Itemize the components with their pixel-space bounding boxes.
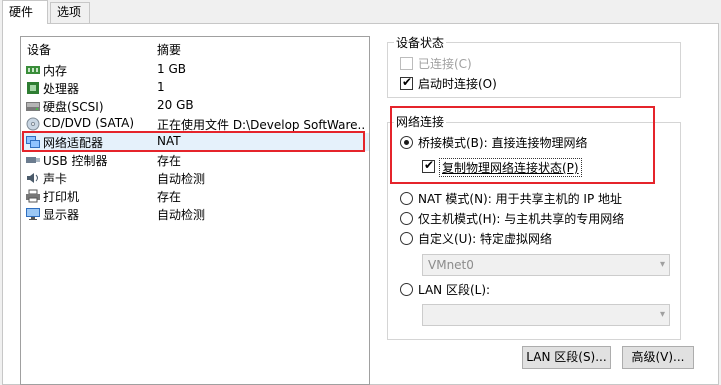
host-only-label: 仅主机模式(H): 与主机共享的专用网络 — [418, 212, 625, 226]
cpu-icon — [27, 82, 39, 94]
device-list-header: 设备 摘要 — [21, 37, 369, 59]
device-summary: 存在 — [157, 190, 182, 204]
custom-network-radio[interactable] — [400, 232, 413, 245]
device-row-printer[interactable]: 打印机 存在 — [21, 187, 369, 205]
device-status-title: 设备状态 — [394, 34, 447, 51]
memory-icon — [26, 66, 40, 74]
device-list[interactable]: 设备 摘要 内存 1 GB 处理器 1 硬盘(SCSI) 20 GB CD/DV… — [20, 36, 370, 385]
tab-hardware[interactable]: 硬件 — [2, 0, 48, 24]
lan-segment-label: LAN 区段(L): — [418, 283, 491, 297]
nat-mode-radio[interactable] — [400, 192, 413, 205]
chevron-down-icon: ▾ — [659, 259, 665, 270]
bridged-mode-label: 桥接模式(B): 直接连接物理网络 — [418, 136, 588, 150]
highlight-network-adapter — [22, 131, 365, 152]
custom-network-value: VMnet0 — [428, 258, 474, 272]
connect-on-power-on-checkbox[interactable]: ✔ — [400, 75, 413, 90]
device-row-sound-card[interactable]: 声卡 自动检测 — [21, 169, 369, 187]
device-name: 硬盘(SCSI) — [43, 100, 104, 114]
device-name: 声卡 — [43, 172, 68, 186]
bridged-mode-radio[interactable] — [400, 136, 413, 149]
device-name: CD/DVD (SATA) — [43, 116, 135, 130]
display-icon — [26, 208, 40, 220]
device-summary: 20 GB — [157, 98, 194, 112]
device-name: USB 控制器 — [43, 154, 108, 168]
host-only-radio[interactable] — [400, 212, 413, 225]
device-row-usb-controller[interactable]: USB 控制器 存在 — [21, 151, 369, 169]
connect-on-power-on-label: 启动时连接(O) — [418, 77, 497, 91]
device-name: 显示器 — [43, 208, 80, 222]
lan-segment-select[interactable]: ▾ — [422, 304, 670, 326]
chevron-down-icon: ▾ — [659, 309, 665, 320]
device-name: 内存 — [43, 64, 68, 78]
device-summary: 1 — [157, 80, 165, 94]
hard-disk-icon — [26, 102, 40, 111]
device-name: 打印机 — [43, 190, 80, 204]
lan-segments-button[interactable]: LAN 区段(S)... — [522, 346, 611, 369]
nat-mode-label: NAT 模式(N): 用于共享主机的 IP 地址 — [418, 192, 623, 206]
device-row-display[interactable]: 显示器 自动检测 — [21, 205, 369, 223]
printer-icon — [26, 189, 40, 203]
device-summary: 存在 — [157, 154, 182, 168]
device-summary: 1 GB — [157, 62, 186, 76]
device-summary: 自动检测 — [157, 208, 206, 222]
tab-strip: 硬件 选项 — [0, 0, 721, 24]
device-name: 处理器 — [43, 82, 80, 96]
sound-card-icon — [27, 173, 38, 183]
check-mark-icon: ✔ — [402, 75, 413, 89]
device-row-memory[interactable]: 内存 1 GB — [21, 61, 369, 79]
usb-controller-icon — [26, 157, 40, 163]
device-summary: 自动检测 — [157, 172, 206, 186]
replicate-state-label: 复制物理网络连接状态(P) — [439, 158, 582, 177]
connected-label: 已连接(C) — [418, 57, 472, 71]
lan-segment-radio[interactable] — [400, 283, 413, 296]
header-summary: 摘要 — [157, 43, 182, 57]
replicate-state-checkbox[interactable]: ✔ — [422, 158, 435, 173]
header-device: 设备 — [27, 43, 52, 57]
tab-options[interactable]: 选项 — [50, 2, 90, 23]
advanced-button[interactable]: 高级(V)... — [622, 346, 694, 369]
custom-network-label: 自定义(U): 特定虚拟网络 — [418, 232, 553, 246]
cd-dvd-icon — [26, 117, 40, 131]
connected-checkbox[interactable] — [400, 57, 413, 70]
device-row-hard-disk[interactable]: 硬盘(SCSI) 20 GB — [21, 97, 369, 115]
custom-network-select[interactable]: VMnet0 ▾ — [422, 254, 670, 276]
device-row-processor[interactable]: 处理器 1 — [21, 79, 369, 97]
check-mark-icon: ✔ — [424, 158, 435, 172]
